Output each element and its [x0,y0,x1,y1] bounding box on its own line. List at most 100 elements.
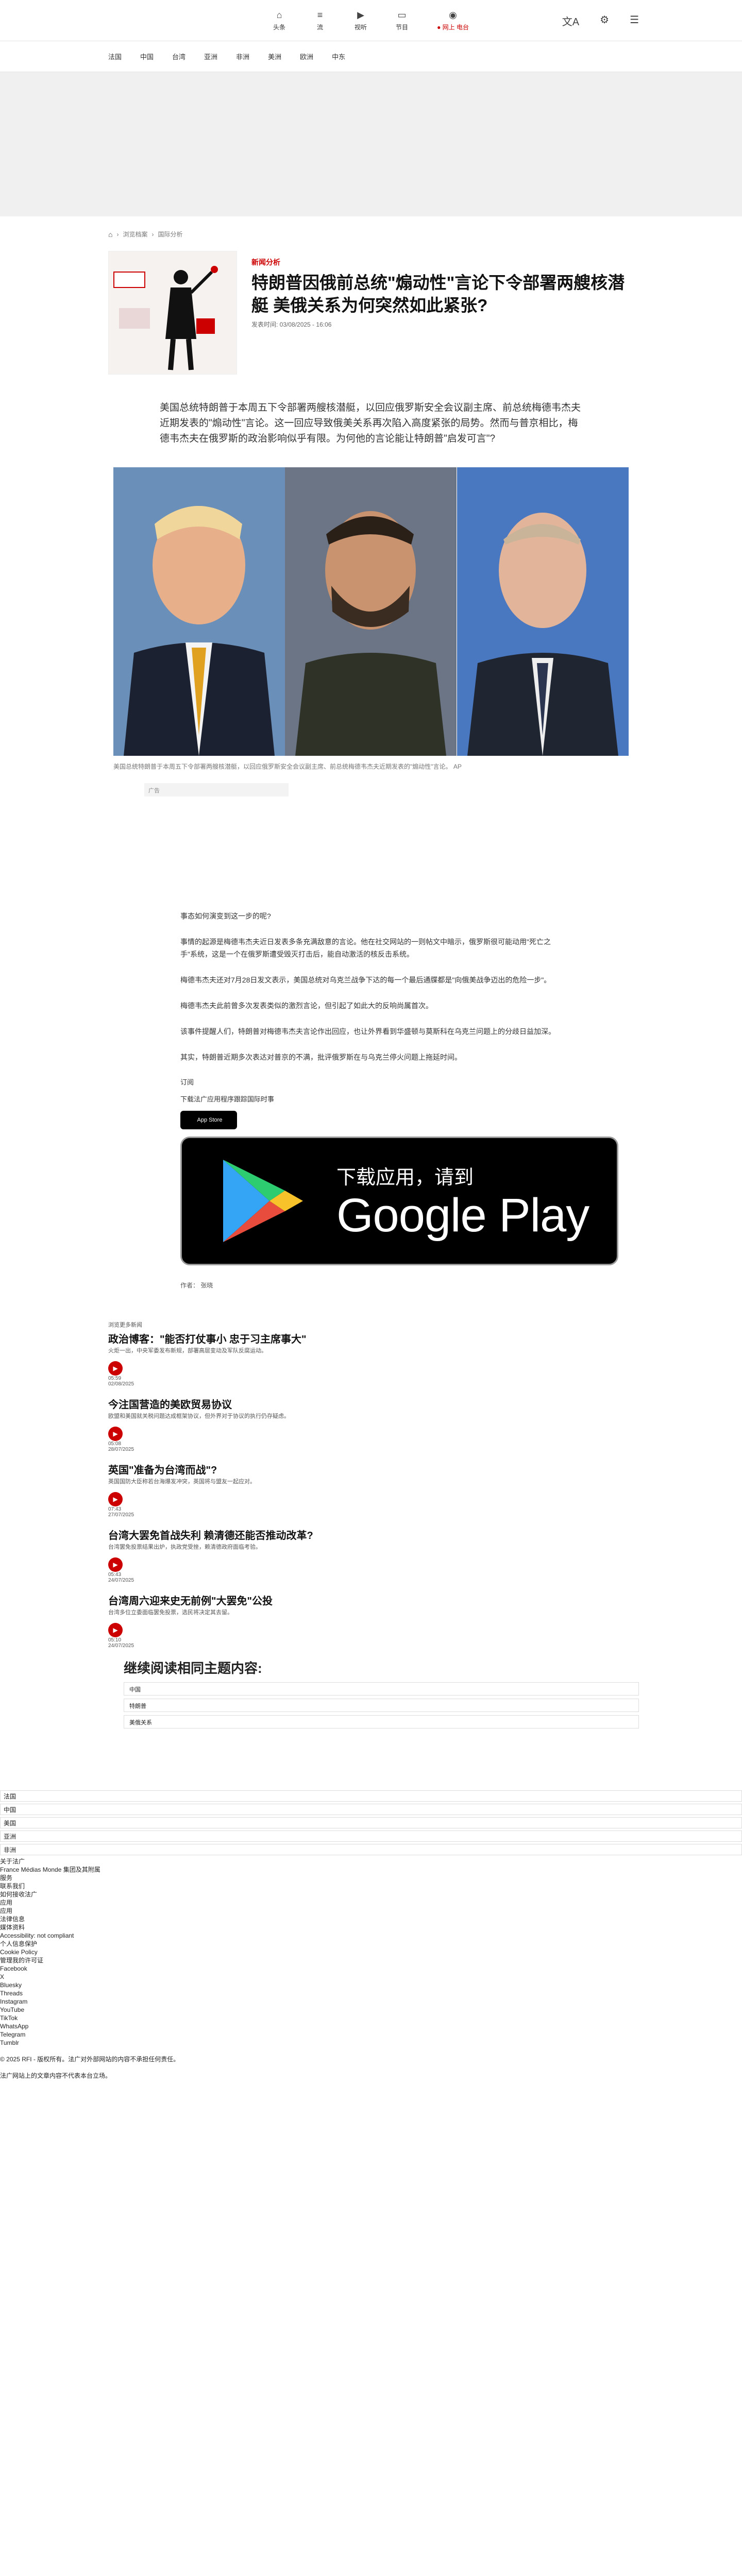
related-desc: 火炬一出，中央军委发布新规，部署高层变动及军队反腐运动。 [108,1348,267,1354]
topic-link[interactable]: 美俄关系 [124,1715,639,1728]
footer-item[interactable]: Threads [0,1989,742,1997]
topnav-item[interactable]: ▶ 视听 [355,9,367,31]
header-tools: 文A ⚙ ☰ [562,13,639,28]
footer-item[interactable]: 媒体资料 [0,1923,742,1931]
related-title[interactable]: 台湾大罢免首战失利 赖清德还能否推动改革? [108,1527,634,1542]
topnav-item[interactable]: ▭ 节目 [396,9,408,31]
duration: 05:10 [108,1637,122,1643]
related-title[interactable]: 政治博客："能否打仗事小 忠于习主席事大" [108,1331,634,1346]
subscribe-note: 订阅 [180,1078,194,1086]
tv-icon: ▭ [397,9,407,20]
footer-item[interactable]: 管理我的许可证 [0,1956,742,1964]
footer-item[interactable]: 非洲 [0,1844,742,1855]
footer-item[interactable]: TikTok [0,2014,742,2022]
footer-item[interactable]: Bluesky [0,1981,742,1989]
googleplay-icon [223,1160,303,1242]
settings-icon[interactable]: ⚙ [600,13,609,28]
footer-item[interactable]: X [0,1973,742,1981]
section-nav-item[interactable]: 美洲 [268,52,281,61]
topnav-item[interactable]: ≡ 流 [314,9,326,31]
related-desc: 英国国防大臣称若台海爆发冲突，英国将与盟友一起应对。 [108,1479,256,1485]
menu-icon[interactable]: ☰ [630,13,639,28]
ad-label: 广告 [144,783,289,796]
footer-item[interactable]: Facebook [0,1964,742,1973]
footer-item[interactable]: 法律信息 [0,1915,742,1923]
related-date: 28/07/2025 [108,1447,134,1452]
feed-icon: ≡ [317,9,323,20]
footer-item[interactable]: 个人信息保护 [0,1940,742,1948]
section-nav-item[interactable]: 亚洲 [204,52,217,61]
section-nav-item[interactable]: 非洲 [236,52,249,61]
topic-link[interactable]: 中国 [124,1682,639,1696]
related-date: 02/08/2025 [108,1381,134,1387]
related-item[interactable]: 台湾周六迎来史无前例"大罢免"公投 台湾多位立委面临罢免投票，选民将决定其去留。 ▶… [108,1592,634,1649]
related-title[interactable]: 台湾周六迎来史无前例"大罢免"公投 [108,1592,634,1607]
appstore-badge[interactable]: App Store [180,1111,237,1129]
related-desc: 台湾罢免投票结果出炉，执政党受挫，赖清德政府面临考验。 [108,1544,261,1550]
related-title[interactable]: 今注国营造的美欧贸易协议 [108,1396,634,1411]
breadcrumb-item[interactable]: 浏览档案 [123,230,147,239]
body-paragraph: 梅德韦杰夫此前曾多次发表类似的激烈言论，但引起了如此大的反响尚属首次。 [180,1002,433,1010]
related-desc: 欧盟和美国就关税问题达成框架协议，但外界对于协议的执行仍存疑虑。 [108,1413,290,1419]
footer-item[interactable]: 亚洲 [0,1831,742,1842]
footer-item[interactable]: 美国 [0,1817,742,1828]
related-date: 24/07/2025 [108,1578,134,1583]
topnav-label: 流 [317,24,324,31]
related-section: 浏览更多新闻 政治博客："能否打仗事小 忠于习主席事大" 火炬一出，中央军委发布新… [108,1320,639,1728]
related-title[interactable]: 英国"准备为台湾而战"? [108,1462,634,1477]
related-item[interactable]: 台湾大罢免首战失利 赖清德还能否推动改革? 台湾罢免投票结果出炉，执政党受挫，赖清… [108,1527,634,1583]
topnav-item[interactable]: ⌂ 头条 [273,9,285,31]
section-nav-item[interactable]: 中国 [140,52,154,61]
language-icon[interactable]: 文A [562,13,579,28]
related-item[interactable]: 政治博客："能否打仗事小 忠于习主席事大" 火炬一出，中央军委发布新规，部署高层变… [108,1331,634,1387]
footer-item[interactable]: 应用 [0,1899,742,1907]
footer-item[interactable]: 中国 [0,1804,742,1815]
footer-item[interactable]: YouTube [0,2006,742,2014]
article-author: 作者： 张晓 [180,1282,213,1289]
related-label: 浏览更多新闻 [108,1322,142,1328]
play-icon[interactable]: ▶ [108,1361,123,1376]
closing-note: 法广网站上的文章内容不代表本台立场。 [0,2072,112,2079]
article-title: 特朗普因俄前总统"煽动性"言论下令部署两艘核潜艇 美俄关系为何突然如此紧张? [251,273,625,315]
topic-link[interactable]: 特朗普 [124,1699,639,1712]
footer: 法国中国美国亚洲非洲关于法广 France Médias Monde 集团及其附属… [0,1790,742,2080]
footer-item[interactable]: France Médias Monde 集团及其附属 [0,1866,742,1874]
footer-item[interactable]: 联系我们 [0,1882,742,1890]
duration: 05:59 [108,1376,122,1381]
footer-item[interactable]: 应用 [0,1907,742,1915]
body-paragraph: 该事件提醒人们，特朗普对梅德韦杰夫言论作出回应，也让外界看到华盛顿与莫斯科在乌克… [180,1027,555,1036]
play-icon[interactable]: ▶ [108,1492,123,1506]
home-icon[interactable]: ⌂ [108,230,112,239]
googleplay-small: 下载应用，请到 [336,1166,474,1189]
footer-item[interactable]: Telegram [0,2030,742,2039]
googleplay-badge[interactable]: 下载应用，请到 Google Play [180,1137,618,1265]
footer-item[interactable]: 法国 [0,1790,742,1802]
topnav-item[interactable]: ◉ ● 网上 电台 [437,9,469,31]
related-date: 27/07/2025 [108,1512,134,1518]
footer-item[interactable]: 服务 [0,1874,742,1882]
play-icon[interactable]: ▶ [108,1623,123,1637]
footer-item[interactable]: WhatsApp [0,2022,742,2030]
footer-item[interactable]: Tumblr [0,2039,742,2047]
footer-item[interactable]: Accessibility: not compliant [0,1931,742,1940]
footer-item[interactable]: 如何接收法广 [0,1890,742,1899]
topics-title: 继续阅读相同主题内容: [124,1660,262,1676]
breadcrumb-item[interactable]: 国际分析 [158,230,182,239]
topnav-label: 节目 [396,24,409,31]
article-lead: 美国总统特朗普于本周五下令部署两艘核潜艇，以回应俄罗斯安全会议副主席、前总统梅德… [160,402,581,444]
play-icon[interactable]: ▶ [108,1557,123,1572]
topnav-label: ● 网上 电台 [437,24,469,31]
footer-item[interactable]: Instagram [0,1997,742,2006]
footer-item[interactable]: 关于法广 [0,1857,742,1866]
body-paragraph: 其实，特朗普近期多次表达对普京的不满，批评俄罗斯在与乌克兰停火问题上拖延时间。 [180,1053,462,1061]
breadcrumb: ⌂ › 浏览档案 › 国际分析 [108,230,183,239]
related-item[interactable]: 今注国营造的美欧贸易协议欧盟和美国就关税问题达成框架协议，但外界对于协议的执行仍… [108,1396,634,1452]
main-nav: ⌂ 头条 ≡ 流 ▶ 视听 ▭ 节目 ◉ ● 网上 电台 [273,9,469,31]
related-item[interactable]: 英国"准备为台湾而战"? 英国国防大臣称若台海爆发冲突，英国将与盟友一起应对。 ▶ 0… [108,1462,634,1518]
section-nav-item[interactable]: 中东 [332,52,345,61]
footer-item[interactable]: Cookie Policy [0,1948,742,1956]
section-nav-item[interactable]: 台湾 [172,52,185,61]
section-nav-item[interactable]: 欧洲 [300,52,313,61]
play-icon[interactable]: ▶ [108,1427,123,1441]
section-nav-item[interactable]: 法国 [108,52,122,61]
